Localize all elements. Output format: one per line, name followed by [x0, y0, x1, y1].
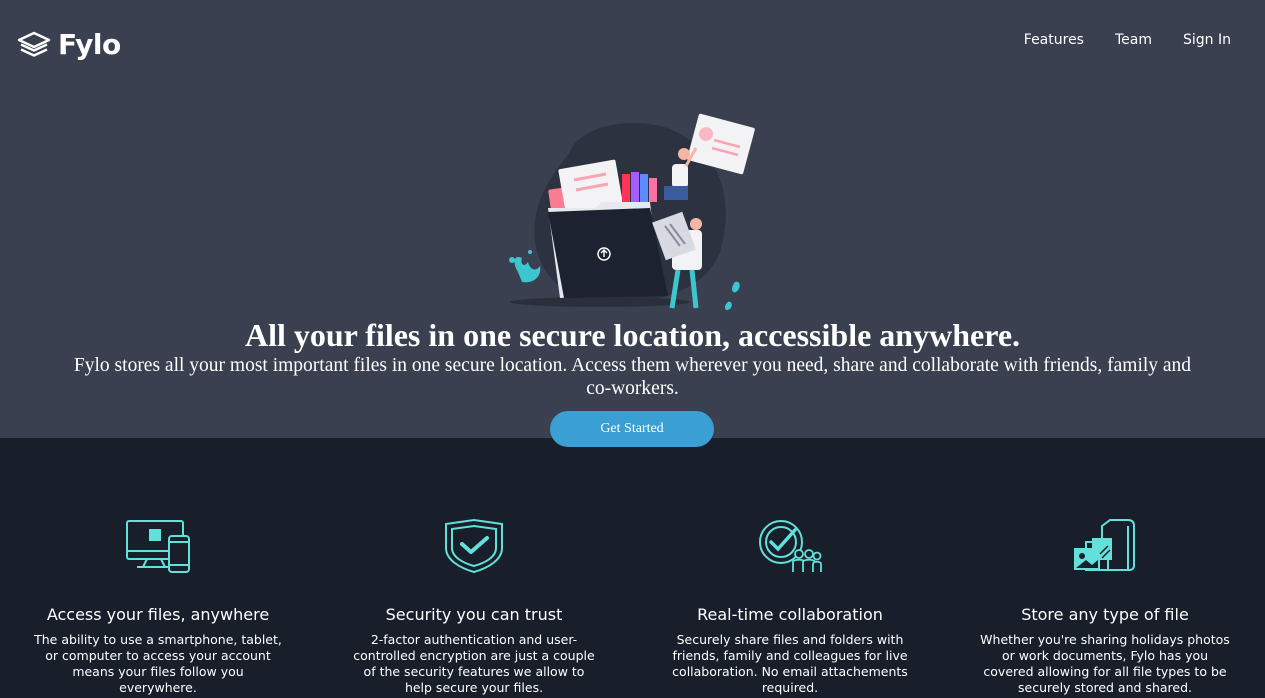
feature-text: Whether you're sharing holidays photos o…	[980, 632, 1230, 695]
feature-card-storage: Store any type of file Whether you're sh…	[965, 518, 1245, 696]
shield-check-icon	[445, 518, 503, 574]
intro-illustration	[509, 113, 755, 311]
nav-sign-in-link[interactable]: Sign In	[1183, 31, 1231, 49]
hero-section: Fylo Features Team Sign In All your file…	[0, 0, 1265, 447]
feature-card-collaboration: Real-time collaboration Securely share f…	[650, 518, 930, 696]
feature-card-access: Access your files, anywhere The ability …	[18, 518, 298, 696]
layers-icon	[17, 31, 51, 57]
hero-title: All your files in one secure location, a…	[244, 317, 1021, 353]
feature-title: Security you can trust	[385, 605, 563, 624]
brand-name: Fylo	[58, 28, 121, 61]
main-nav: Features Team Sign In	[1024, 31, 1231, 49]
feature-title: Real-time collaboration	[697, 605, 883, 624]
collaboration-icon	[759, 520, 822, 572]
devices-icon	[126, 520, 190, 573]
feature-text: The ability to use a smartphone, tablet,…	[34, 632, 282, 695]
feature-text: Securely share files and folders with fr…	[672, 632, 908, 695]
nav-features-link[interactable]: Features	[1024, 31, 1084, 49]
get-started-button[interactable]: Get Started	[550, 411, 714, 447]
feature-title: Access your files, anywhere	[46, 605, 270, 624]
feature-card-security: Security you can trust 2-factor authenti…	[334, 518, 614, 696]
feature-title: Store any type of file	[1021, 605, 1189, 624]
brand-logo[interactable]: Fylo	[16, 28, 121, 61]
nav-team-link[interactable]: Team	[1115, 31, 1152, 49]
hero-subtitle: Fylo stores all your most important file…	[73, 355, 1192, 399]
feature-text: 2-factor authentication and user-control…	[353, 632, 595, 695]
folder-files-icon	[1074, 519, 1135, 571]
